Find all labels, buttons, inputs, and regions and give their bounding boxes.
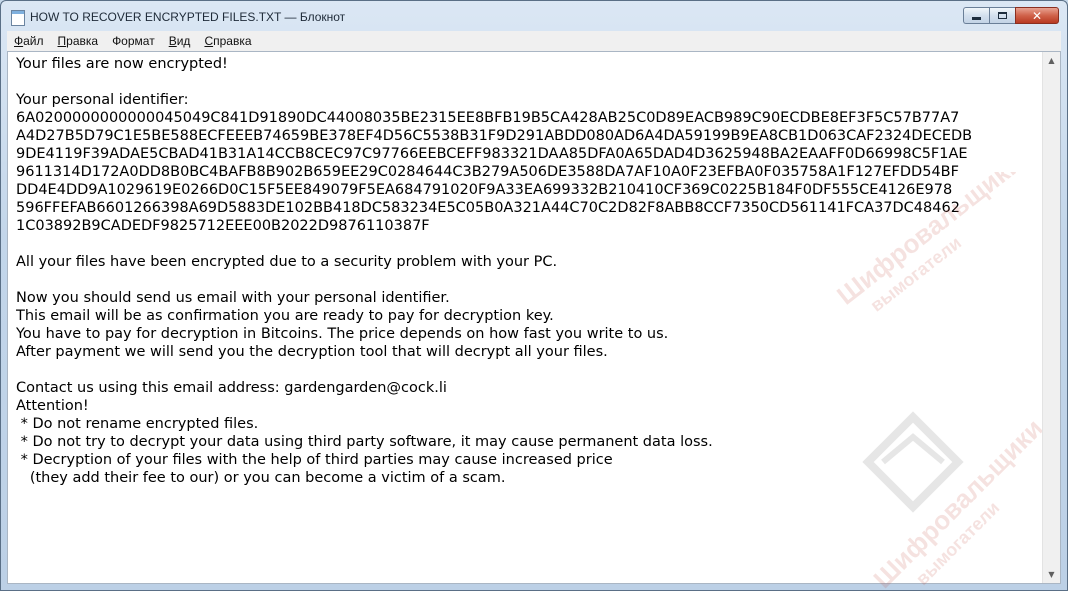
notepad-icon [11,10,25,26]
document-text[interactable]: Your files are now encrypted! Your person… [16,55,1038,583]
menu-file[interactable]: Файл [7,31,51,51]
minimize-icon [972,17,981,20]
text-line: Your files are now encrypted! [16,56,228,72]
text-line: 9611314D172A0DD8B0BC4BAFB8B902B659EE29C0… [16,164,959,180]
text-line: 6A0200000000000045049C841D91890DC4400803… [16,110,960,126]
text-line: 596FFEFAB6601266398A69D5883DE102BB418DC5… [16,200,960,216]
text-line: This email will be as confirmation you a… [16,308,554,324]
scroll-up-arrow-icon[interactable]: ▲ [1043,52,1060,69]
text-line: (they add their fee to our) or you can b… [16,470,506,486]
vertical-scrollbar[interactable]: ▲ ▼ [1042,52,1060,583]
text-line: A4D27B5D79C1E5BE588ECFEEEB74659BE378EF4D… [16,128,973,144]
close-button[interactable]: ✕ [1015,7,1059,24]
title-bar[interactable]: HOW TO RECOVER ENCRYPTED FILES.TXT — Бло… [1,1,1067,31]
text-line: Now you should send us email with your p… [16,290,450,306]
text-line: After payment we will send you the decry… [16,344,608,360]
text-line: You have to pay for decryption in Bitcoi… [16,326,669,342]
minimize-button[interactable] [963,7,989,24]
text-editor[interactable]: Your files are now encrypted! Your person… [7,51,1061,590]
scroll-down-arrow-icon[interactable]: ▼ [1043,566,1060,583]
text-line: * Do not try to decrypt your data using … [16,434,713,450]
menu-format[interactable]: Формат [105,31,162,51]
text-line: DD4E4DD9A1029619E0266D0C15F5EE849079F5EA… [16,182,953,198]
notepad-window: HOW TO RECOVER ENCRYPTED FILES.TXT — Бло… [0,0,1068,591]
maximize-icon [998,12,1007,19]
text-line: All your files have been encrypted due t… [16,254,558,270]
caption-buttons: ✕ [963,7,1059,25]
text-line: Attention! [16,398,89,414]
close-icon: ✕ [1031,8,1043,23]
text-line: 1C03892B9CADEDF9825712EEE00B2022D9876110… [16,218,430,234]
menu-help[interactable]: Справка [197,31,258,51]
text-line: 9DE4119F39ADAE5CBAD41B31A14CCB8CEC97C977… [16,146,968,162]
text-line: Contact us using this email address: gar… [16,380,447,396]
text-line: * Decryption of your files with the help… [16,452,613,468]
text-line: * Do not rename encrypted files. [16,416,259,432]
menu-bar: Файл Правка Формат Вид Справка [7,31,1061,51]
text-line: Your personal identifier: [16,92,189,108]
menu-view[interactable]: Вид [162,31,198,51]
menu-edit[interactable]: Правка [51,31,106,51]
window-title: HOW TO RECOVER ENCRYPTED FILES.TXT — Бло… [30,10,346,24]
maximize-button[interactable] [989,7,1015,24]
